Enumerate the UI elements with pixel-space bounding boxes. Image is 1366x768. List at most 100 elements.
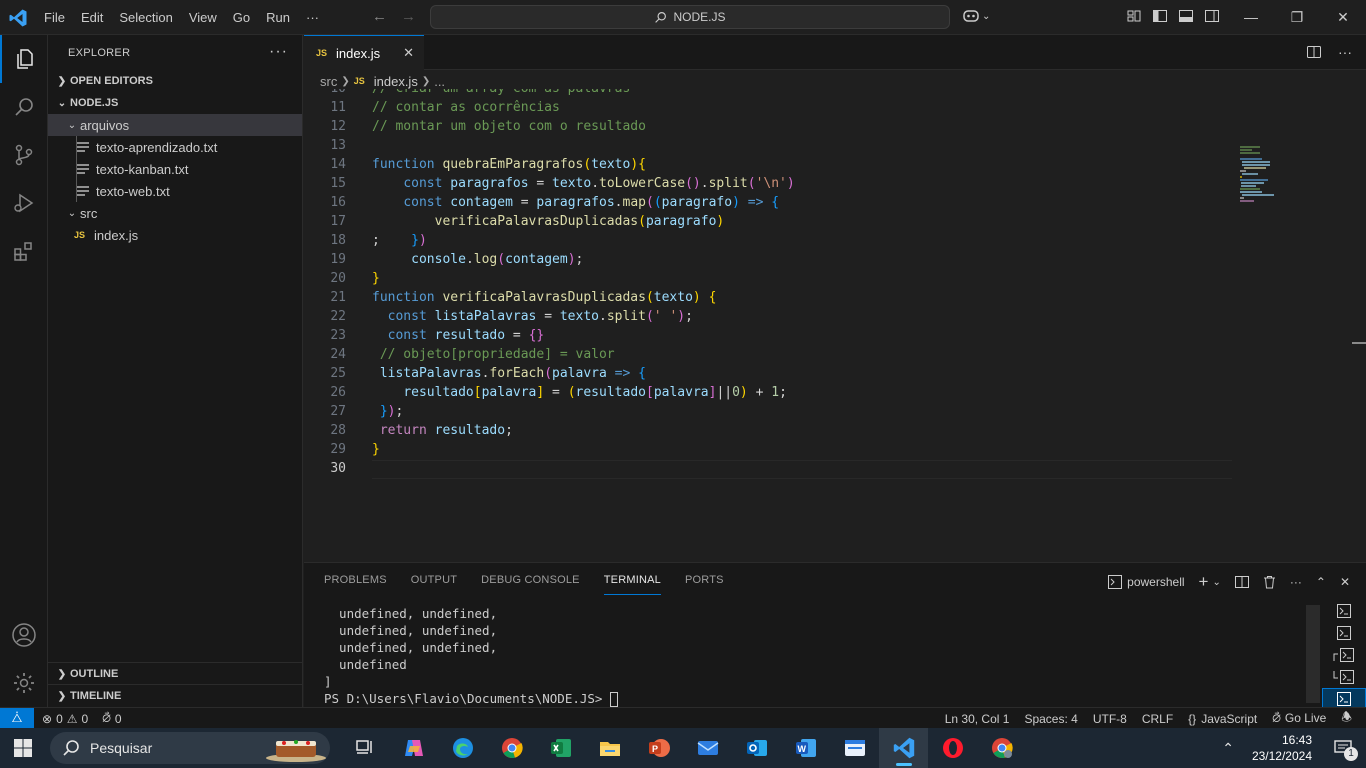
menu-file[interactable]: File (36, 0, 73, 35)
breadcrumb-symbol[interactable]: ... (434, 74, 445, 89)
forward-arrow-icon[interactable]: → (401, 8, 416, 25)
close-window-icon[interactable]: ✕ (1320, 0, 1366, 34)
chevron-down-icon[interactable]: ⌄ (1212, 577, 1220, 588)
close-icon[interactable]: ✕ (403, 45, 414, 61)
menu-selection[interactable]: Selection (111, 0, 180, 35)
menu-edit[interactable]: Edit (73, 0, 111, 35)
go-live[interactable]: ⦳ Go Live (1272, 711, 1326, 726)
breadcrumb-src[interactable]: src (320, 74, 337, 89)
explorer-title: EXPLORER (68, 46, 131, 59)
indentation[interactable]: Spaces: 4 (1024, 712, 1077, 726)
menu-more[interactable]: ··· (298, 0, 327, 35)
tab-terminal[interactable]: TERMINAL (603, 565, 661, 595)
taskbar-search[interactable]: Pesquisar (50, 732, 330, 764)
notification-center[interactable]: 1 (1328, 728, 1358, 768)
code-editor[interactable]: 10// criar um array com as palavras 11//… (304, 89, 1366, 562)
terminal-profile[interactable]: powershell (1108, 575, 1185, 589)
terminal-instance[interactable] (1322, 600, 1366, 622)
explorer-activity[interactable] (0, 35, 48, 83)
more-actions-icon[interactable]: ··· (1338, 44, 1352, 60)
remote-indicator[interactable]: ⧊ (0, 708, 34, 729)
toggle-secondary-sidebar-icon[interactable] (1204, 8, 1220, 24)
windows-start-icon[interactable] (14, 739, 32, 757)
tree-file-texto-aprendizado[interactable]: texto-aprendizado.txt (48, 136, 302, 158)
encoding[interactable]: UTF-8 (1093, 712, 1127, 726)
bell-icon[interactable]: 🕭 (1341, 708, 1352, 729)
terminal-output[interactable]: undefined, undefined, undefined, undefin… (324, 605, 618, 707)
tab-index-js[interactable]: JS index.js ✕ (304, 35, 424, 70)
opera-app[interactable] (928, 728, 977, 768)
back-arrow-icon[interactable]: ← (372, 8, 387, 25)
powerpoint-app[interactable]: P (634, 728, 683, 768)
terminal-instance[interactable] (1322, 622, 1366, 644)
outline-label: OUTLINE (70, 668, 119, 680)
problems-status[interactable]: ⊗ 0 ⚠ 0 (42, 712, 88, 726)
terminal-instance-split[interactable] (1322, 644, 1366, 666)
edge-app[interactable] (438, 728, 487, 768)
cursor-position[interactable]: Ln 30, Col 1 (945, 712, 1010, 726)
copilot-button[interactable]: ⌄ (962, 8, 990, 24)
timeline-section[interactable]: ❯ TIMELINE (48, 684, 303, 707)
explorer-more-actions[interactable]: ··· (269, 43, 288, 61)
folder-label: arquivos (80, 117, 130, 133)
search-activity[interactable] (0, 83, 48, 131)
app-window[interactable] (830, 728, 879, 768)
menu-view[interactable]: View (181, 0, 225, 35)
tab-output[interactable]: OUTPUT (411, 563, 457, 598)
terminal-scrollbar[interactable] (1306, 605, 1320, 703)
tree-folder-arquivos[interactable]: ⌄ arquivos (48, 114, 302, 136)
split-editor-icon[interactable] (1306, 44, 1322, 60)
tree-file-texto-kanban[interactable]: texto-kanban.txt (48, 158, 302, 180)
clock[interactable]: 16:43 23/12/2024 (1252, 732, 1312, 764)
menu-go[interactable]: Go (225, 0, 258, 35)
menu-run[interactable]: Run (258, 0, 298, 35)
excel-app[interactable] (536, 728, 585, 768)
chrome-profile-app[interactable] (977, 728, 1026, 768)
tab-ports[interactable]: PORTS (685, 563, 724, 598)
terminal-instance-split[interactable] (1322, 666, 1366, 688)
vscode-app[interactable] (879, 728, 928, 768)
word-app[interactable]: W (781, 728, 830, 768)
copilot-app[interactable] (389, 728, 438, 768)
minimize-icon[interactable]: — (1228, 0, 1274, 34)
terminal-icon (1337, 604, 1351, 618)
toggle-panel-icon[interactable] (1178, 8, 1194, 24)
file-explorer-app[interactable] (585, 728, 634, 768)
close-icon[interactable]: ✕ (1340, 575, 1350, 589)
manage-activity[interactable] (0, 659, 48, 707)
more-actions-icon[interactable]: ··· (1290, 575, 1302, 589)
language-mode[interactable]: {} JavaScript (1188, 712, 1257, 726)
open-editors-section[interactable]: ❯ OPEN EDITORS (48, 70, 302, 92)
extensions-activity[interactable] (0, 227, 48, 275)
tree-file-texto-web[interactable]: texto-web.txt (48, 180, 302, 202)
restore-icon[interactable]: ❐ (1274, 0, 1320, 34)
end-of-line[interactable]: CRLF (1142, 712, 1173, 726)
workspace-root-section[interactable]: ⌄ NODE.JS (48, 92, 302, 114)
show-hidden-icons-icon[interactable]: ⌃ (1222, 740, 1234, 757)
command-center-search[interactable]: NODE.JS (430, 5, 950, 29)
customize-layout-icon[interactable] (1126, 8, 1142, 24)
tab-problems[interactable]: PROBLEMS (324, 563, 387, 598)
tree-folder-src[interactable]: ⌄ src (48, 202, 302, 224)
maximize-panel-icon[interactable]: ⌃ (1316, 575, 1326, 589)
new-terminal-icon[interactable]: + (1199, 572, 1209, 592)
trash-icon[interactable] (1263, 575, 1276, 589)
javascript-file-icon: JS (353, 76, 365, 86)
line-number: 24 (330, 347, 346, 362)
split-terminal-icon[interactable] (1234, 575, 1249, 589)
outline-section[interactable]: ❯ OUTLINE (48, 662, 303, 685)
mail-app[interactable] (683, 728, 732, 768)
breadcrumb-file[interactable]: index.js (374, 74, 418, 89)
outlook-app[interactable] (732, 728, 781, 768)
tab-debug-console[interactable]: DEBUG CONSOLE (481, 563, 580, 598)
source-control-activity[interactable] (0, 131, 48, 179)
accounts-activity[interactable] (0, 611, 48, 659)
minimap[interactable] (1238, 145, 1298, 205)
run-debug-activity[interactable] (0, 179, 48, 227)
chrome-app[interactable] (487, 728, 536, 768)
tree-file-index-js[interactable]: JS index.js (48, 224, 302, 246)
toggle-primary-sidebar-icon[interactable] (1152, 8, 1168, 24)
folder-label: src (80, 205, 98, 221)
task-view-app[interactable] (340, 728, 389, 768)
ports-status[interactable]: ⦳ 0 (102, 711, 121, 726)
